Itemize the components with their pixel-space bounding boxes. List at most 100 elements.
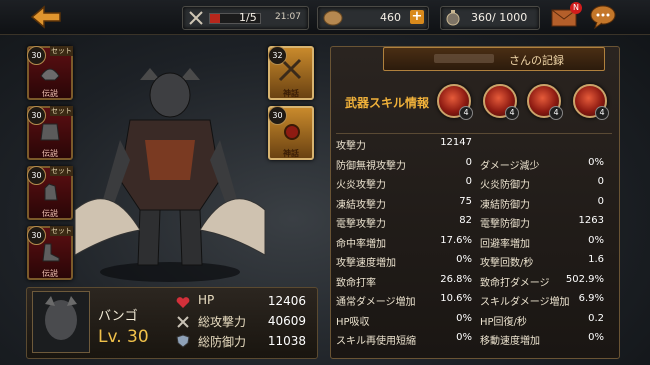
armor-icon [39, 122, 61, 146]
player-record-title: さんの記録 [509, 54, 564, 67]
skill-count: 4 [549, 106, 563, 120]
stat-value: 10.6% [440, 293, 472, 304]
equip-slot-armor[interactable]: 30 セット 伝説 [27, 106, 73, 160]
stat-label: 攻撃回数/秒 [480, 258, 534, 269]
stat-row: 火炎攻撃力 0 火炎防御力 0 [336, 176, 612, 195]
skill-count: 4 [595, 106, 609, 120]
skill-count: 4 [505, 106, 519, 120]
stamina-timer: 21:07 [275, 12, 301, 22]
stat-row: 電撃攻撃力 82 電撃防御力 1263 [336, 215, 612, 234]
stat-value: 0% [456, 254, 472, 265]
slot-set-tag: セット [50, 46, 73, 56]
weapon-skill-3-icon[interactable]: 4 [527, 84, 563, 120]
equip-slot-gloves[interactable]: 30 セット 伝説 [27, 166, 73, 220]
slot-grade: 伝説 [42, 89, 58, 98]
stat-value: 0% [456, 312, 472, 324]
character-level: Lv. 30 [98, 327, 149, 347]
stat-value: 6.9% [578, 293, 604, 304]
stat-row: 致命打率 26.8% 致命打ダメージ 502.9% [336, 274, 612, 293]
stat-value: 0% [588, 234, 604, 246]
stat-row: 通常ダメージ増加 10.6% スキルダメージ増加 6.9% [336, 293, 612, 312]
stat-value: 12147 [440, 137, 472, 148]
weapon-skill-4-icon[interactable]: 4 [573, 84, 609, 120]
blurred-player-name [434, 54, 494, 63]
boots-icon [39, 242, 61, 266]
sword-icon [176, 314, 190, 333]
character-portrait [32, 291, 90, 353]
stamina-pill: 1/5 21:07 [182, 6, 309, 30]
stat-label: 火炎防御力 [480, 180, 530, 191]
stat-value: 0 [465, 176, 472, 187]
coin-pouch-icon [322, 9, 344, 31]
stat-value: 0% [588, 332, 604, 343]
player-name-bar: さんの記録 [383, 47, 605, 71]
stat-label: 移動速度増加 [480, 336, 540, 347]
stat-label: 電撃防御力 [480, 219, 530, 230]
crossed-swords-icon [187, 9, 205, 31]
stat-row: スキル再使用短縮 0% 移動速度増加 0% [336, 332, 612, 351]
stat-label: 電撃攻撃力 [336, 219, 386, 230]
stat-label: 攻撃速度増加 [336, 258, 396, 269]
attack-label: 総攻撃力 [198, 315, 247, 329]
defense-label: 総防御力 [198, 335, 247, 349]
weapon-skill-2-icon[interactable]: 4 [483, 84, 519, 120]
equip-slot-boots[interactable]: 30 セット 伝説 [27, 226, 73, 280]
stat-value: 1263 [578, 215, 604, 226]
stat-value: 1.6 [588, 254, 604, 265]
stat-label: HP回復/秒 [480, 316, 527, 328]
stopwatch-icon [444, 9, 462, 31]
panel-divider [336, 133, 612, 134]
slot-grade: 伝説 [42, 269, 58, 278]
stamina-text: 1/5 [239, 11, 257, 24]
slot-grade: 神話 [283, 149, 299, 158]
stat-row: 命中率増加 17.6% 回避率増加 0% [336, 235, 612, 254]
slot-grade: 伝説 [42, 149, 58, 158]
equip-slot-helmet[interactable]: 30 セット 伝説 [27, 46, 73, 100]
stat-label: 命中率増加 [336, 238, 386, 250]
stat-row: 攻撃力 12147 [336, 137, 612, 156]
stat-label: 致命打率 [336, 277, 376, 289]
back-arrow-icon[interactable] [30, 5, 64, 29]
weapon-skill-1-icon[interactable]: 4 [437, 84, 473, 120]
gold-pill: 460 + [317, 6, 429, 30]
equip-slot-weapon[interactable]: 32 神話 [268, 46, 314, 100]
stat-value: 0% [588, 156, 604, 168]
stat-value: 0% [456, 332, 472, 343]
heart-icon [176, 294, 190, 313]
character-name: バンゴ [98, 309, 138, 324]
weapon-skill-title: 武器スキル情報 [345, 96, 430, 110]
stat-label: スキルダメージ増加 [480, 297, 570, 308]
equip-slot-accessory[interactable]: 30 神話 [268, 106, 314, 160]
defense-value: 11038 [267, 334, 306, 348]
stat-label: 致命打ダメージ [480, 277, 550, 289]
stat-value: 502.9% [565, 273, 604, 285]
mail-button[interactable]: N [550, 2, 582, 29]
amulet-icon [280, 118, 304, 146]
stat-value: 82 [459, 215, 472, 226]
stat-value: 17.6% [440, 234, 472, 246]
stat-label: 攻撃力 [336, 141, 366, 152]
gold-amount: 460 [380, 11, 401, 24]
stat-value: 0.2 [588, 312, 604, 324]
stone-amount: 360/ 1000 [471, 11, 528, 24]
stat-label: 凍結攻撃力 [336, 199, 386, 211]
stat-label: スキル再使用短縮 [336, 336, 416, 347]
add-gold-button[interactable]: + [410, 10, 424, 24]
stat-label: 凍結防御力 [480, 199, 530, 211]
chat-bubble-icon[interactable] [588, 4, 618, 30]
attack-value: 40609 [267, 314, 306, 328]
hp-label: HP [198, 293, 215, 307]
weapon-icon [278, 58, 304, 86]
stat-label: 通常ダメージ増加 [336, 297, 416, 308]
gloves-icon [39, 182, 61, 206]
stat-value: 75 [459, 195, 472, 207]
stone-pill: 360/ 1000 [440, 6, 540, 30]
stat-row: 凍結攻撃力 75 凍結防御力 0 [336, 196, 612, 215]
stat-row: HP吸収 0% HP回復/秒 0.2 [336, 313, 612, 332]
stat-value: 0 [465, 156, 472, 168]
stat-label: 回避率増加 [480, 238, 530, 250]
mail-badge: N [570, 2, 582, 14]
character-model [70, 60, 270, 285]
stat-label: 火炎攻撃力 [336, 180, 386, 191]
slot-grade: 神話 [283, 89, 299, 98]
